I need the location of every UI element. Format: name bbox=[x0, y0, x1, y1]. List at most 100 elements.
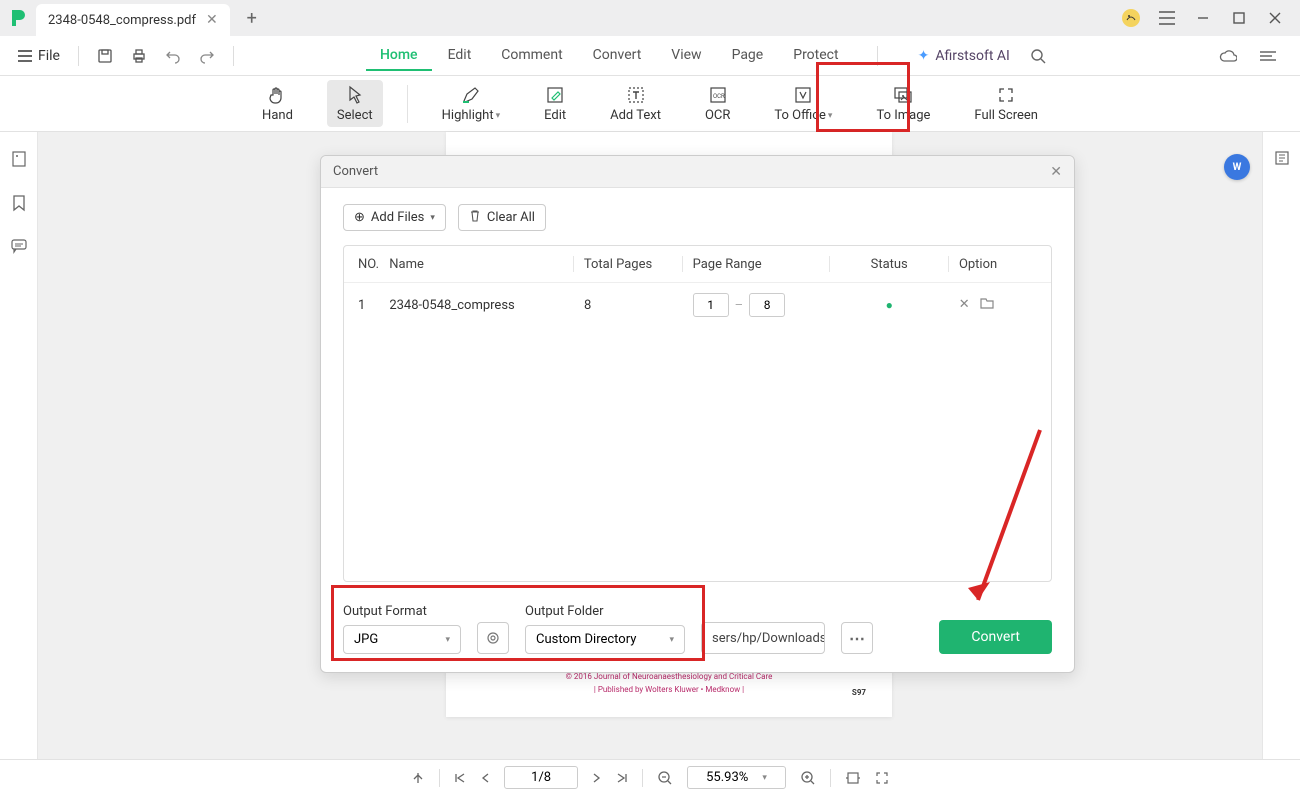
output-path[interactable]: sers/hp/Downloads/ bbox=[701, 622, 825, 654]
file-menu[interactable]: File bbox=[12, 48, 66, 64]
edit-icon bbox=[546, 84, 564, 106]
dialog-close-icon[interactable]: ✕ bbox=[1050, 164, 1062, 180]
ribbon-tooffice-label: To Office bbox=[774, 108, 826, 123]
clear-all-button[interactable]: Clear All bbox=[458, 204, 546, 231]
zoom-out-icon[interactable] bbox=[657, 770, 673, 786]
page-indicator[interactable]: 1/8 bbox=[504, 766, 578, 789]
close-tab-icon[interactable]: ✕ bbox=[206, 12, 218, 28]
hamburger-menu-icon[interactable] bbox=[1158, 9, 1176, 27]
open-folder-icon[interactable] bbox=[980, 297, 994, 313]
zoom-in-icon[interactable] bbox=[800, 770, 816, 786]
footer-credit-2: | Published by Wolters Kluwer • Medknow … bbox=[466, 685, 872, 695]
col-total-pages: Total Pages bbox=[584, 257, 672, 272]
menu-convert[interactable]: Convert bbox=[579, 41, 656, 71]
footer-page-number: S97 bbox=[852, 688, 866, 697]
menu-page[interactable]: Page bbox=[718, 41, 778, 71]
separator bbox=[642, 769, 643, 787]
ocr-icon: OCR bbox=[709, 84, 727, 106]
go-next-icon[interactable] bbox=[592, 772, 602, 784]
menu-edit[interactable]: Edit bbox=[434, 41, 486, 71]
separator bbox=[573, 256, 574, 272]
settings-lines-icon[interactable] bbox=[1254, 42, 1282, 70]
menu-protect[interactable]: Protect bbox=[779, 41, 852, 71]
properties-icon[interactable] bbox=[1274, 150, 1290, 170]
fit-page-icon[interactable] bbox=[875, 771, 889, 785]
col-option: Option bbox=[959, 257, 1037, 272]
comment-panel-icon[interactable] bbox=[10, 238, 28, 258]
menu-home[interactable]: Home bbox=[366, 41, 432, 71]
add-files-button[interactable]: ⊕ Add Files ▾ bbox=[343, 204, 446, 231]
row-no: 1 bbox=[358, 298, 389, 313]
ribbon-ocr[interactable]: OCR OCR bbox=[695, 80, 740, 127]
add-tab-button[interactable]: + bbox=[238, 4, 266, 32]
trash-icon bbox=[469, 209, 481, 226]
add-text-icon bbox=[627, 84, 645, 106]
highlight-icon bbox=[461, 84, 481, 106]
row-name: 2348-0548_compress bbox=[389, 298, 563, 313]
ribbon-fullscreen-label: Full Screen bbox=[974, 108, 1038, 123]
go-prev-icon[interactable] bbox=[480, 772, 490, 784]
output-folder-select[interactable]: Custom Directory ▾ bbox=[525, 625, 685, 654]
col-status: Status bbox=[840, 257, 938, 272]
undo-icon[interactable] bbox=[159, 42, 187, 70]
remove-row-icon[interactable]: ✕ bbox=[959, 297, 970, 313]
page-to-input[interactable] bbox=[749, 293, 785, 317]
footer-credit-1: © 2016 Journal of Neuroanaesthesiology a… bbox=[466, 672, 872, 682]
save-icon[interactable] bbox=[91, 42, 119, 70]
go-last-icon[interactable] bbox=[616, 772, 628, 784]
svg-text:OCR: OCR bbox=[713, 93, 725, 100]
more-options-button[interactable]: ⋯ bbox=[841, 622, 873, 654]
plus-circle-icon: ⊕ bbox=[354, 210, 365, 225]
convert-button[interactable]: Convert bbox=[939, 620, 1052, 654]
fit-width-icon[interactable] bbox=[845, 771, 861, 785]
ribbon-highlight[interactable]: Highlight▾ bbox=[432, 80, 510, 127]
separator bbox=[829, 256, 830, 272]
thumbnails-icon[interactable] bbox=[10, 150, 28, 172]
go-first-icon[interactable] bbox=[454, 772, 466, 784]
format-settings-icon[interactable] bbox=[477, 622, 509, 654]
separator bbox=[78, 46, 79, 66]
menu-comment[interactable]: Comment bbox=[487, 41, 576, 71]
ribbon-select[interactable]: Select bbox=[327, 80, 383, 127]
output-format-select[interactable]: JPG ▾ bbox=[343, 625, 461, 654]
menu-view[interactable]: View bbox=[657, 41, 715, 71]
ribbon-fullscreen[interactable]: Full Screen bbox=[964, 80, 1048, 127]
fullscreen-icon bbox=[997, 84, 1015, 106]
separator bbox=[682, 256, 683, 272]
zoom-select[interactable]: 55.93% ▾ bbox=[687, 766, 786, 789]
redo-icon[interactable] bbox=[193, 42, 221, 70]
ai-button[interactable]: ✦ Afirstsoft AI bbox=[918, 48, 1010, 64]
ribbon-edit-label: Edit bbox=[544, 108, 566, 123]
ribbon-toimage[interactable]: To Image bbox=[866, 80, 940, 127]
ribbon-edit[interactable]: Edit bbox=[534, 80, 576, 127]
row-total: 8 bbox=[584, 298, 672, 313]
user-avatar-icon[interactable] bbox=[1122, 9, 1140, 27]
ribbon-toimage-label: To Image bbox=[876, 108, 930, 123]
ribbon-hand[interactable]: Hand bbox=[252, 80, 303, 127]
first-page-icon[interactable] bbox=[411, 771, 425, 785]
file-label: File bbox=[38, 48, 60, 64]
document-tab[interactable]: 2348-0548_compress.pdf ✕ bbox=[36, 4, 230, 36]
convert-dialog: Convert ✕ ⊕ Add Files ▾ Clear All NO. Na… bbox=[320, 155, 1075, 673]
chevron-down-icon: ▾ bbox=[828, 111, 833, 121]
output-folder-value: Custom Directory bbox=[536, 632, 636, 647]
ribbon-tooffice[interactable]: To Office▾ bbox=[764, 80, 842, 127]
cursor-icon bbox=[347, 84, 363, 106]
sparkle-icon: ✦ bbox=[918, 48, 930, 64]
page-from-input[interactable] bbox=[693, 293, 729, 317]
chevron-down-icon: ▾ bbox=[669, 635, 674, 645]
window-minimize-icon[interactable] bbox=[1194, 9, 1212, 27]
app-logo bbox=[0, 0, 36, 36]
word-badge-icon[interactable]: W bbox=[1224, 154, 1250, 180]
bookmark-icon[interactable] bbox=[12, 194, 26, 216]
hand-icon bbox=[268, 84, 286, 106]
cloud-icon[interactable] bbox=[1214, 42, 1242, 70]
search-icon[interactable] bbox=[1024, 42, 1052, 70]
separator bbox=[830, 769, 831, 787]
window-maximize-icon[interactable] bbox=[1230, 9, 1248, 27]
print-icon[interactable] bbox=[125, 42, 153, 70]
col-name: Name bbox=[389, 257, 563, 272]
ribbon-addtext[interactable]: Add Text bbox=[600, 80, 671, 127]
window-close-icon[interactable] bbox=[1266, 9, 1284, 27]
to-office-icon bbox=[794, 84, 812, 106]
